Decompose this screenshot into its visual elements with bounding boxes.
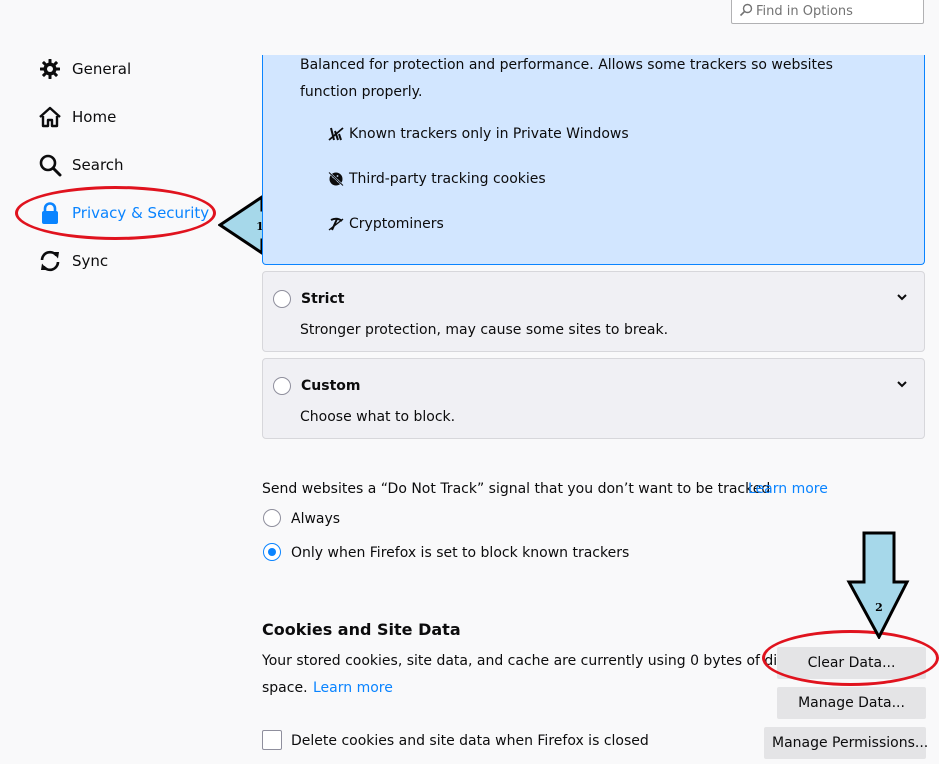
standard-item-cryptominers: Cryptominers: [327, 214, 444, 234]
custom-description: Choose what to block.: [300, 409, 456, 425]
lock-icon: [38, 201, 62, 225]
cookie-icon: [327, 170, 345, 188]
find-in-options-box[interactable]: [731, 0, 924, 24]
custom-blocking-panel[interactable]: Custom Choose what to block.: [262, 358, 925, 439]
clear-data-button[interactable]: Clear Data...: [777, 647, 926, 679]
dnt-text: Send websites a “Do Not Track” signal th…: [262, 481, 771, 497]
arrow-2-label: 2: [875, 601, 883, 614]
delete-on-close-label: Delete cookies and site data when Firefo…: [291, 733, 649, 749]
dnt-only-when-blocking-radio[interactable]: [263, 543, 281, 561]
sidebar-item-label: Home: [72, 108, 117, 126]
sidebar-item-label: Search: [72, 156, 124, 174]
cookies-learn-more-link[interactable]: Learn more: [313, 680, 393, 696]
sidebar-item-privacy-security[interactable]: Privacy & Security: [38, 199, 209, 227]
chevron-down-icon[interactable]: [896, 378, 908, 390]
standard-item-tracking-cookies: Third-party tracking cookies: [327, 169, 546, 189]
sidebar-item-label: Sync: [72, 252, 109, 270]
strict-radio[interactable]: [273, 290, 291, 308]
dnt-always-radio[interactable]: [263, 509, 281, 527]
search-icon: [739, 3, 753, 17]
standard-item-label: Cryptominers: [349, 216, 444, 232]
cookies-heading: Cookies and Site Data: [262, 620, 461, 639]
strict-title: Strict: [301, 291, 345, 307]
sidebar-item-label: General: [72, 60, 132, 78]
strict-description: Stronger protection, may cause some site…: [300, 322, 669, 338]
dnt-learn-more-link[interactable]: Learn more: [748, 481, 828, 497]
sidebar-item-sync[interactable]: Sync: [38, 247, 108, 275]
gear-icon: [38, 57, 62, 81]
standard-item-label: Third-party tracking cookies: [349, 171, 546, 187]
chevron-down-icon[interactable]: [896, 291, 908, 303]
manage-permissions-button[interactable]: Manage Permissions...: [764, 727, 928, 759]
standard-item-label: Known trackers only in Private Windows: [349, 126, 629, 142]
tracker-icon: [327, 125, 345, 143]
dnt-only-when-blocking-label: Only when Firefox is set to block known …: [291, 545, 630, 561]
cookies-description-line1: Your stored cookies, site data, and cach…: [262, 653, 793, 669]
sidebar-item-home[interactable]: Home: [38, 103, 116, 131]
cryptominer-icon: [327, 215, 345, 233]
sidebar-item-search[interactable]: Search: [38, 151, 124, 179]
custom-title: Custom: [301, 378, 361, 394]
dnt-always-label: Always: [291, 511, 341, 527]
sync-icon: [38, 249, 62, 273]
sidebar-item-general[interactable]: General: [38, 55, 131, 83]
standard-blocking-panel[interactable]: Balanced for protection and performance.…: [262, 55, 925, 265]
standard-description: Balanced for protection and performance.…: [300, 57, 833, 100]
delete-on-close-checkbox[interactable]: [262, 730, 282, 750]
annotation-arrow-2: 2: [846, 531, 910, 639]
custom-radio[interactable]: [273, 377, 291, 395]
cookies-description-line2: space.: [262, 680, 308, 696]
sidebar-item-label: Privacy & Security: [72, 204, 210, 222]
search-icon: [38, 153, 62, 177]
find-in-options-input[interactable]: [756, 3, 916, 19]
standard-item-known-trackers: Known trackers only in Private Windows: [327, 124, 629, 144]
manage-data-button[interactable]: Manage Data...: [777, 687, 926, 719]
home-icon: [38, 105, 62, 129]
strict-blocking-panel[interactable]: Strict Stronger protection, may cause so…: [262, 271, 925, 352]
